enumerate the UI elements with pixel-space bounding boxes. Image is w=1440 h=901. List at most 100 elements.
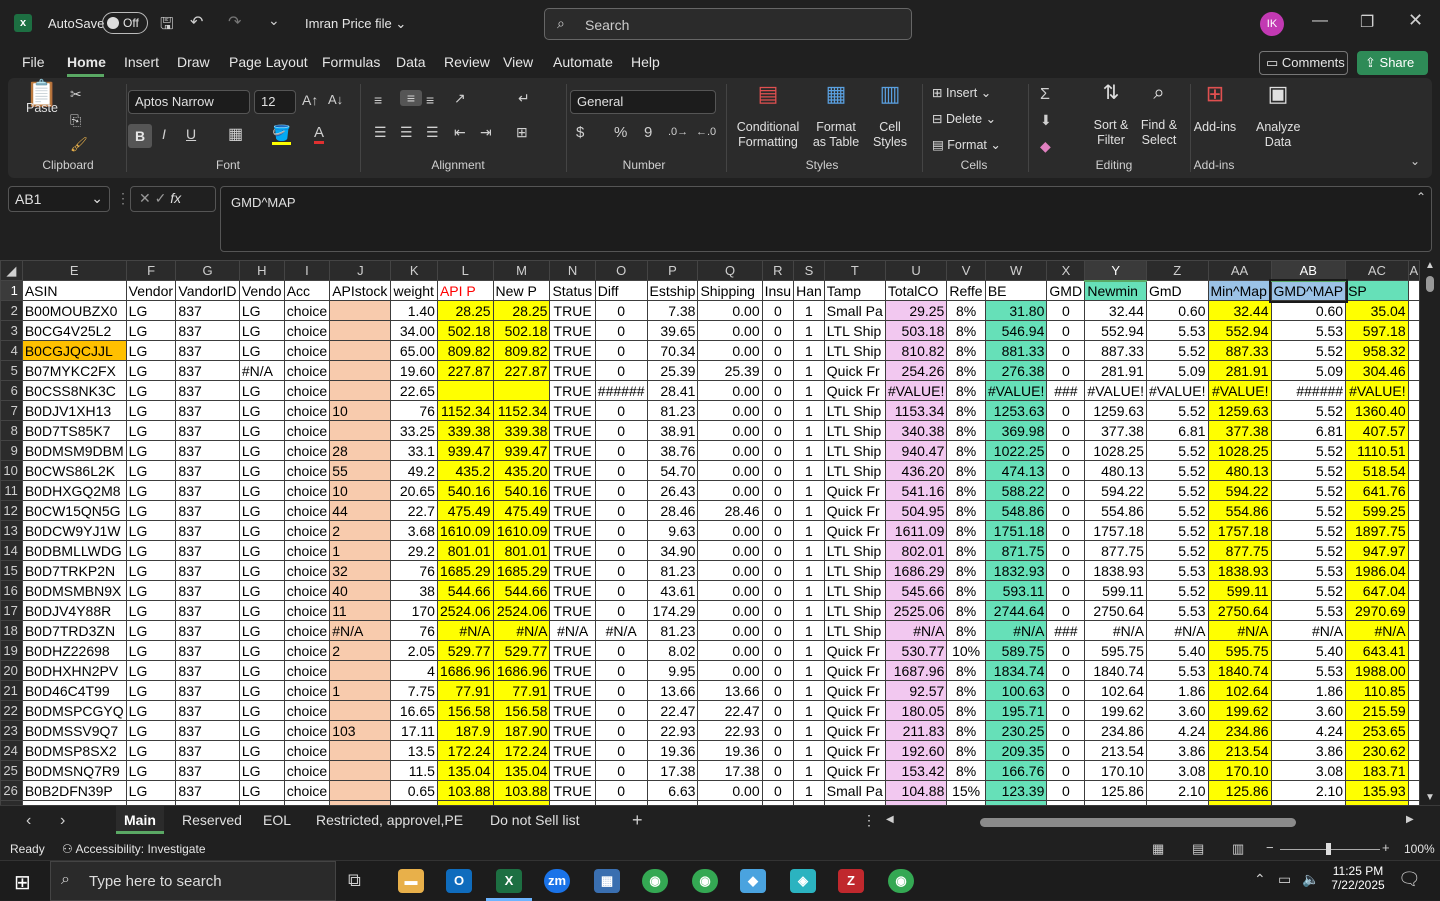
cell[interactable]: 0 <box>594 720 648 741</box>
cell[interactable]: 1757.18 <box>1207 520 1272 541</box>
cell[interactable]: 0 <box>761 680 795 701</box>
close-icon[interactable]: ✕ <box>1408 10 1423 31</box>
cell[interactable]: LTL Ship <box>823 540 886 561</box>
cell[interactable]: 5.40 <box>1145 640 1209 661</box>
cell[interactable]: 0 <box>761 600 795 621</box>
cell[interactable]: 103 <box>329 720 392 741</box>
cell[interactable]: 0 <box>1046 780 1086 801</box>
cell[interactable]: 540.16 <box>492 480 551 501</box>
cell[interactable]: 8% <box>946 720 986 741</box>
cell[interactable]: 1 <box>793 740 825 761</box>
cell[interactable]: 5.53 <box>1145 560 1209 581</box>
cell[interactable]: LTL Ship <box>823 320 886 341</box>
cell[interactable]: 1610.09 <box>492 520 551 541</box>
more-options-icon[interactable]: ⋮ <box>862 812 876 829</box>
align-middle-icon[interactable]: ≡ <box>400 90 422 106</box>
formula-input[interactable]: GMD^MAP <box>220 186 1432 252</box>
cell[interactable] <box>1407 740 1420 761</box>
column-title-cell[interactable]: Vendo <box>238 280 285 301</box>
column-header-r[interactable]: R <box>761 260 795 281</box>
cell[interactable]: 1152.34 <box>492 400 551 421</box>
font-name-select[interactable]: Aptos Narrow <box>128 90 250 114</box>
cell[interactable]: 22.65 <box>390 380 438 401</box>
page-break-view-icon[interactable]: ▥ <box>1232 841 1244 857</box>
row-header[interactable]: 26 <box>0 780 23 801</box>
cell[interactable]: 0.65 <box>390 780 438 801</box>
column-header-p[interactable]: P <box>646 260 699 281</box>
cell[interactable]: 1259.63 <box>1084 400 1147 421</box>
cell[interactable]: 877.75 <box>1207 540 1272 561</box>
vertical-scrollbar[interactable]: ▲ ▼ <box>1420 260 1440 805</box>
cell[interactable]: 0 <box>594 420 648 441</box>
cell[interactable] <box>329 340 392 361</box>
cell[interactable]: 8% <box>946 340 986 361</box>
row-header[interactable]: 24 <box>0 740 23 761</box>
cell[interactable]: 8% <box>946 520 986 541</box>
cell[interactable]: 5.53 <box>1270 660 1347 681</box>
cell[interactable]: 15% <box>946 780 986 801</box>
cell[interactable]: 5.52 <box>1145 480 1209 501</box>
cell[interactable]: 26.43 <box>646 480 699 501</box>
cell[interactable]: 837 <box>175 600 240 621</box>
cell[interactable]: 1840.74 <box>1207 660 1272 681</box>
column-title-cell[interactable]: Estship <box>646 280 699 301</box>
cell[interactable]: 215.59 <box>1345 700 1409 721</box>
cell[interactable] <box>1407 360 1420 381</box>
cell[interactable]: 2750.64 <box>1084 600 1147 621</box>
paste-button[interactable]: 📋 Paste <box>24 80 60 116</box>
cell[interactable]: 1687.96 <box>884 660 948 681</box>
cell[interactable]: 0 <box>761 780 795 801</box>
cell[interactable]: #N/A <box>594 620 648 641</box>
cell[interactable]: LG <box>238 740 285 761</box>
cell[interactable]: 81.23 <box>646 400 699 421</box>
sheet-tab-eol[interactable]: EOL <box>263 812 291 828</box>
cell[interactable]: 1 <box>793 380 825 401</box>
cell[interactable]: choice <box>283 420 331 441</box>
cell[interactable]: 110.85 <box>1345 680 1409 701</box>
cell[interactable]: 541.16 <box>884 480 948 501</box>
row-header[interactable]: 9 <box>0 440 23 461</box>
cell[interactable]: 5.53 <box>1270 600 1347 621</box>
cell[interactable]: 5.09 <box>1145 360 1209 381</box>
conditional-formatting-button[interactable]: ▤ Conditional Formatting <box>734 83 802 150</box>
cell[interactable]: 0 <box>594 480 648 501</box>
cell[interactable]: #N/A <box>329 620 392 641</box>
cell[interactable]: 8% <box>946 560 986 581</box>
cell[interactable]: 19.36 <box>646 740 699 761</box>
cell[interactable]: 1259.63 <box>1207 400 1272 421</box>
cell[interactable]: 5.52 <box>1270 340 1347 361</box>
cell[interactable]: 8% <box>946 760 986 781</box>
increase-indent-icon[interactable]: ⇥ <box>480 124 492 141</box>
spreadsheet-grid[interactable]: ◢ E F G H I J K L M N O P Q R S T U V W X Y Z AA AB AC A 1 ASIN Vend… <box>0 260 1420 805</box>
cell[interactable]: 8% <box>946 700 986 721</box>
cell[interactable]: 1 <box>793 760 825 781</box>
cell[interactable]: 0 <box>1046 320 1086 341</box>
cell[interactable]: B07MYKC2FX <box>21 360 127 381</box>
cell[interactable]: 156.58 <box>436 700 494 721</box>
cell[interactable]: 589.75 <box>984 640 1048 661</box>
cell[interactable]: 0.60 <box>1270 300 1347 321</box>
cell[interactable]: 304.46 <box>1345 360 1409 381</box>
column-title-cell[interactable]: APIstock <box>329 280 392 301</box>
cell[interactable]: B0DBMLLWDG <box>21 540 127 561</box>
tab-data[interactable]: Data <box>396 54 426 70</box>
cell[interactable]: 40 <box>329 580 392 601</box>
font-size-select[interactable]: 12 <box>254 90 296 114</box>
column-title-cell[interactable]: GMD <box>1046 280 1086 301</box>
cell[interactable]: B0CWS86L2K <box>21 460 127 481</box>
tab-help[interactable]: Help <box>631 54 660 70</box>
cell[interactable]: Quick Fr <box>823 720 886 741</box>
cell[interactable]: 81.23 <box>646 560 699 581</box>
cell[interactable]: 0 <box>594 700 648 721</box>
cell[interactable]: B0DMSSV9Q7 <box>21 720 127 741</box>
cell[interactable]: 0.00 <box>697 660 763 681</box>
column-header-s[interactable]: S <box>793 260 825 281</box>
cell[interactable]: choice <box>283 320 331 341</box>
tab-insert[interactable]: Insert <box>124 54 159 70</box>
cell[interactable]: #VALUE! <box>1145 380 1209 401</box>
vertical-scroll-thumb[interactable] <box>1426 276 1434 292</box>
cell[interactable]: 76 <box>390 560 438 581</box>
clear-icon[interactable]: ◆ <box>1040 138 1051 155</box>
cell[interactable]: ### <box>1046 620 1086 641</box>
cell[interactable]: 172.24 <box>492 740 551 761</box>
